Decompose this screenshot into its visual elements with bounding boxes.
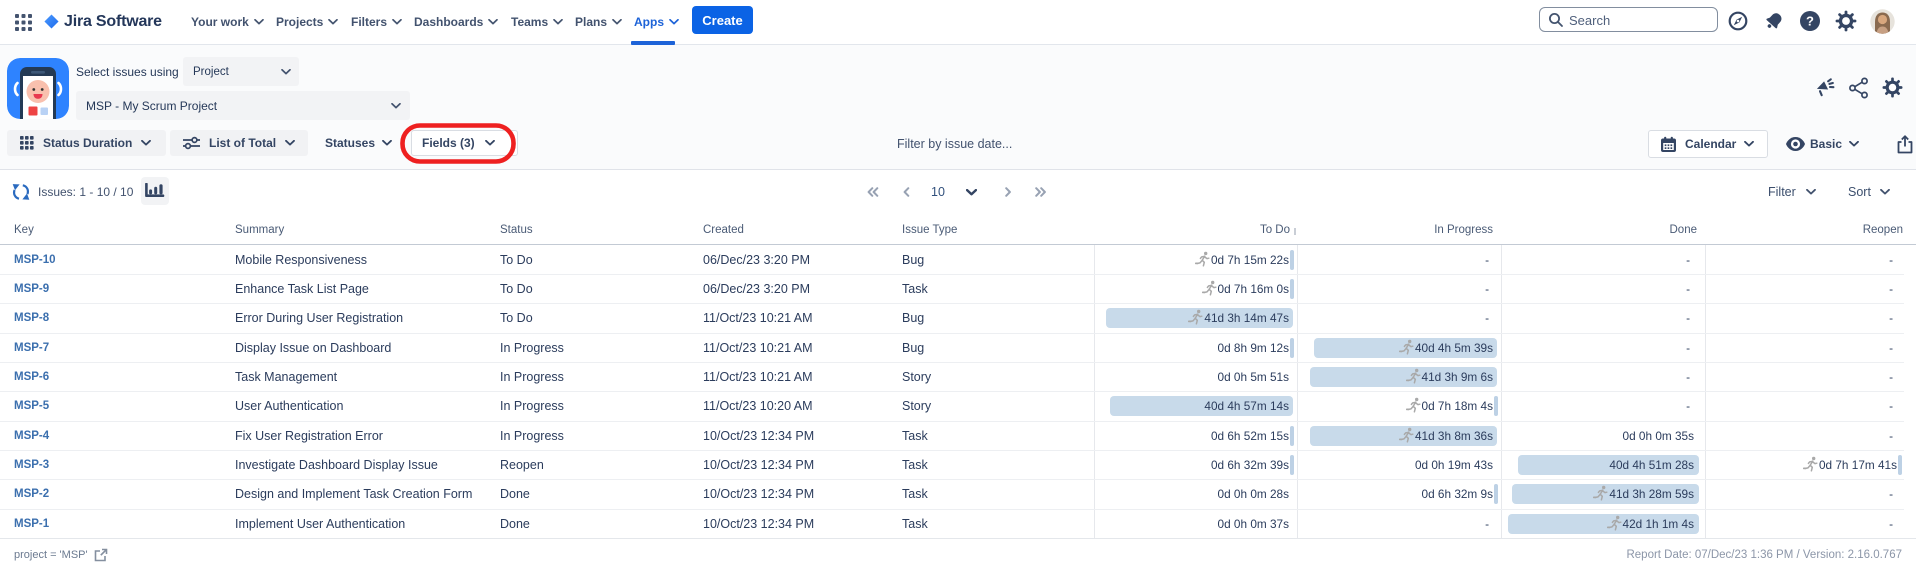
- svg-text:?: ?: [1806, 14, 1814, 29]
